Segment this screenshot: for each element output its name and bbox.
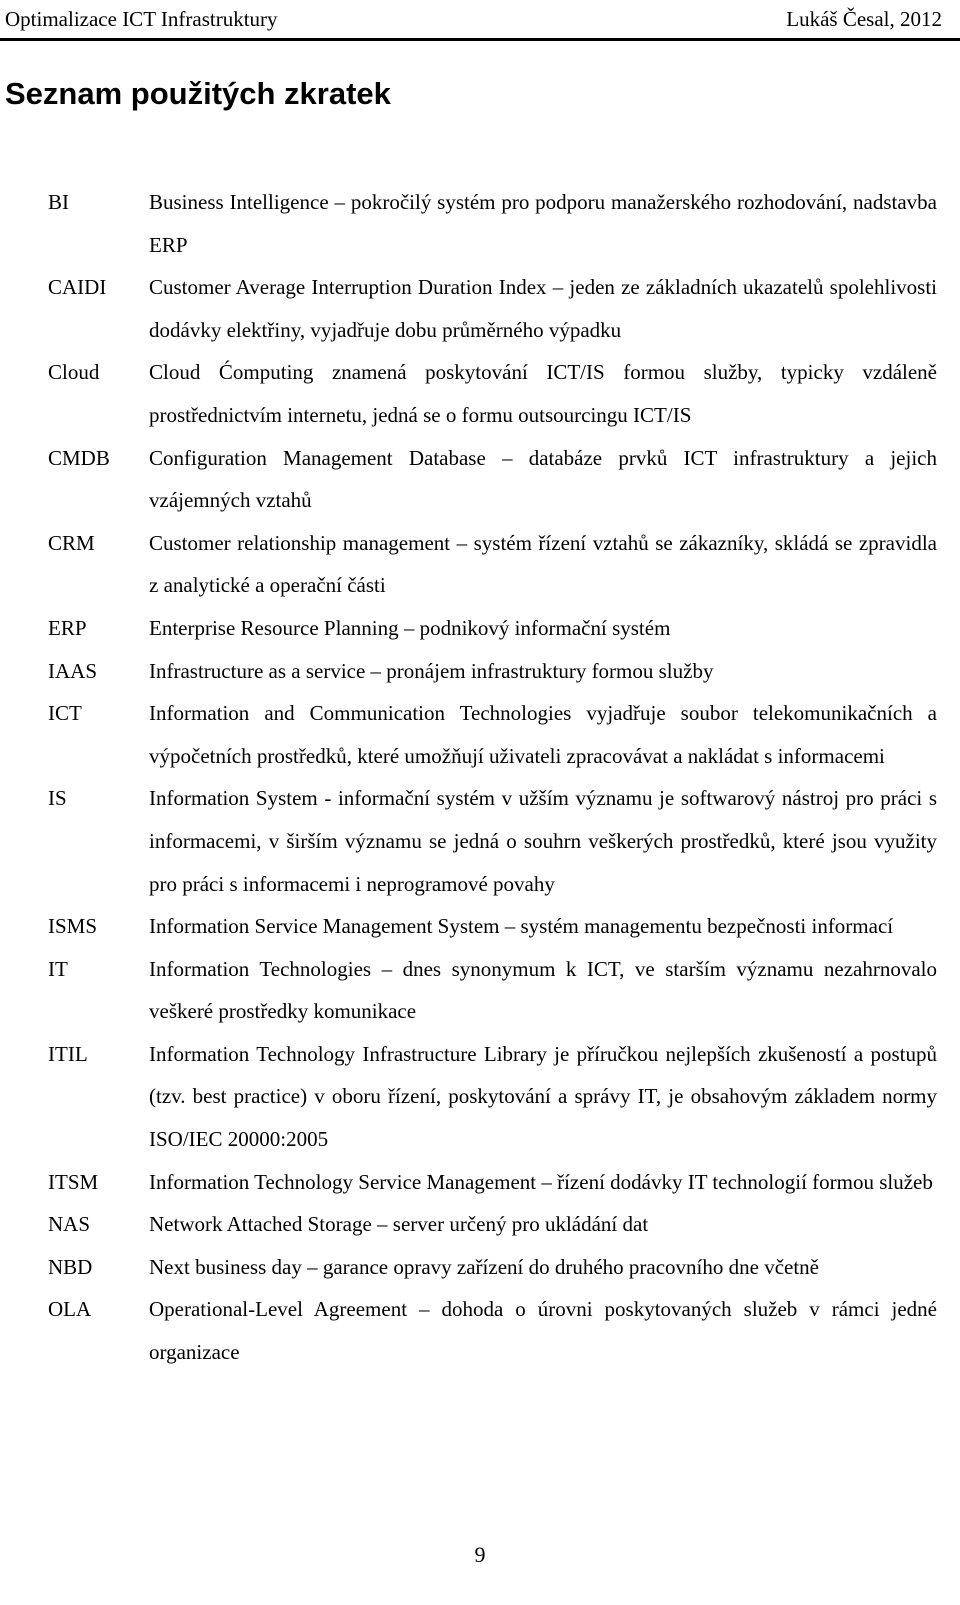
abbreviation-term: NBD: [48, 1254, 93, 1279]
abbreviation-term: NAS: [48, 1212, 91, 1237]
abbreviation-definition: Enterprise Resource Planning – podnikový…: [149, 615, 671, 640]
abbreviation-entry: IAAS Infrastructure as a service – proná…: [48, 650, 937, 693]
header-divider: [0, 38, 960, 41]
abbreviation-term: CRM: [48, 530, 95, 555]
abbreviation-term: CAIDI: [48, 275, 107, 300]
abbreviation-list: BI Business Intelligence – pokročilý sys…: [48, 181, 937, 1374]
abbreviation-term: ICT: [48, 701, 82, 726]
abbreviation-entry: ITSM Information Technology Service Mana…: [48, 1161, 937, 1204]
abbreviation-definition: Information Technology Service Managemen…: [149, 1169, 933, 1194]
abbreviation-term: BI: [48, 190, 69, 214]
abbreviation-term: OLA: [48, 1297, 92, 1322]
abbreviation-definition: Infrastructure as a service – pronájem i…: [149, 658, 714, 683]
abbreviation-definition: Information System - informační systém v…: [149, 786, 937, 896]
abbreviation-entry: ICT Information and Communication Techno…: [48, 692, 937, 777]
abbreviation-definition: Next business day – garance opravy zaříz…: [149, 1254, 820, 1279]
abbreviation-definition: Information Technologies – dnes synonymu…: [149, 956, 937, 1024]
abbreviation-entry: Cloud Cloud Ćomputing znamená poskytován…: [48, 351, 937, 436]
abbreviation-entry: ISMS Information Service Management Syst…: [48, 905, 937, 948]
abbreviation-entry: IT Information Technologies – dnes synon…: [48, 948, 937, 1033]
abbreviation-entry: CAIDI Customer Average Interruption Dura…: [48, 266, 937, 351]
abbreviation-term: ITIL: [48, 1041, 88, 1066]
abbreviation-definition: Cloud Ćomputing znamená poskytování ICT/…: [149, 360, 937, 427]
abbreviation-entry: NBD Next business day – garance opravy z…: [48, 1246, 937, 1289]
abbreviation-entry: CMDB Configuration Management Database –…: [48, 437, 937, 522]
abbreviation-entry: NAS Network Attached Storage – server ur…: [48, 1203, 937, 1246]
abbreviation-term: ERP: [48, 615, 87, 640]
abbreviation-term: Cloud: [48, 360, 100, 385]
abbreviation-definition: Configuration Management Database – data…: [149, 445, 937, 513]
abbreviation-entry: OLA Operational-Level Agreement – dohoda…: [48, 1288, 937, 1373]
abbreviation-definition: Network Attached Storage – server určený…: [149, 1212, 649, 1237]
abbreviation-term: IAAS: [48, 658, 98, 683]
abbreviation-definition: Information Technology Infrastructure Li…: [149, 1041, 937, 1152]
abbreviation-entry: CRM Customer relationship management – s…: [48, 522, 937, 607]
page-number: 9: [474, 1542, 486, 1567]
abbreviation-entry: IS Information System - informační systé…: [48, 777, 937, 905]
abbreviation-term: IS: [48, 786, 67, 811]
abbreviation-term: IT: [48, 956, 68, 981]
abbreviation-definition: Customer relationship management – systé…: [149, 530, 937, 598]
running-header: Optimalizace ICT Infrastruktury Lukáš Če…: [5, 2, 942, 36]
abbreviation-term: ISMS: [48, 914, 98, 939]
abbreviation-entry: BI Business Intelligence – pokročilý sys…: [48, 181, 937, 266]
abbreviation-entry: ERP Enterprise Resource Planning – podni…: [48, 607, 937, 650]
abbreviation-term: CMDB: [48, 445, 110, 470]
abbreviation-definition: Customer Average Interruption Duration I…: [149, 275, 937, 342]
header-author-year: Lukáš Česal, 2012: [786, 7, 942, 31]
header-document-title: Optimalizace ICT Infrastruktury: [5, 7, 278, 31]
abbreviation-definition: Business Intelligence – pokročilý systém…: [149, 190, 937, 257]
abbreviation-term: ITSM: [48, 1169, 99, 1194]
abbreviation-entry: ITIL Information Technology Infrastructu…: [48, 1033, 937, 1161]
abbreviation-definition: Information and Communication Technologi…: [149, 701, 937, 768]
page-title: Seznam použitých zkratek: [5, 76, 391, 111]
abbreviation-definition: Information Service Management System – …: [149, 914, 894, 939]
abbreviation-definition: Operational-Level Agreement – dohoda o ú…: [149, 1297, 937, 1365]
